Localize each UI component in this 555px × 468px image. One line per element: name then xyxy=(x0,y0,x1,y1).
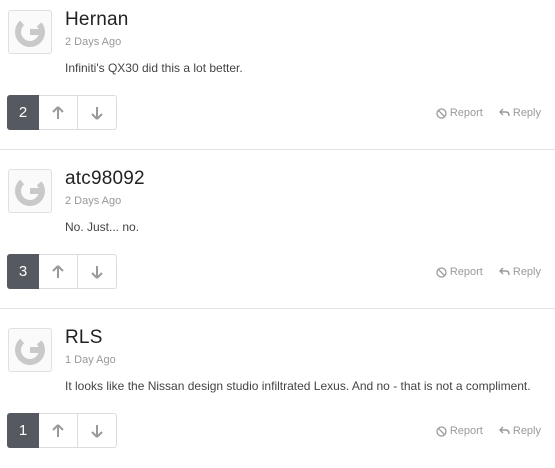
comment-timestamp: 2 Days Ago xyxy=(65,195,122,207)
report-button[interactable]: Report xyxy=(436,107,483,119)
comment-username[interactable]: Hernan xyxy=(65,9,129,31)
avatar[interactable] xyxy=(8,328,52,372)
report-label: Report xyxy=(449,107,483,119)
arrow-down-icon xyxy=(91,265,103,279)
comment-actions: Report Reply xyxy=(420,266,541,278)
reply-label: Reply xyxy=(512,425,541,437)
vote-count: 2 xyxy=(7,95,39,130)
comment-timestamp: 2 Days Ago xyxy=(65,36,122,48)
avatar[interactable] xyxy=(8,169,52,213)
voting-controls: 3 xyxy=(7,254,117,289)
arrow-down-icon xyxy=(91,424,103,438)
divider xyxy=(0,149,555,150)
comment-timestamp: 1 Day Ago xyxy=(65,354,116,366)
comment-actions: Report Reply xyxy=(420,107,541,119)
arrow-up-icon xyxy=(52,105,64,119)
avatar[interactable] xyxy=(8,10,52,54)
ban-icon xyxy=(436,266,447,278)
downvote-button[interactable] xyxy=(78,95,117,130)
reply-button[interactable]: Reply xyxy=(498,107,541,119)
voting-controls: 2 xyxy=(7,95,117,130)
arrow-up-icon xyxy=(52,423,64,437)
vote-count: 3 xyxy=(7,254,39,289)
comment: Hernan 2 Days Ago Infiniti's QX30 did th… xyxy=(0,0,555,150)
downvote-button[interactable] xyxy=(78,413,117,448)
arrow-up-icon xyxy=(52,264,64,278)
comment-body: No. Just... no. xyxy=(65,220,140,234)
comment-username[interactable]: RLS xyxy=(65,327,103,349)
comment: RLS 1 Day Ago It looks like the Nissan d… xyxy=(0,318,555,468)
reply-button[interactable]: Reply xyxy=(498,266,541,278)
comment-actions: Report Reply xyxy=(420,425,541,437)
ban-icon xyxy=(436,107,447,119)
default-avatar-icon xyxy=(15,17,45,47)
reply-arrow-icon xyxy=(498,426,510,435)
reply-button[interactable]: Reply xyxy=(498,425,541,437)
ban-icon xyxy=(436,425,447,437)
report-label: Report xyxy=(449,425,483,437)
default-avatar-icon xyxy=(15,176,45,206)
reply-label: Reply xyxy=(512,107,541,119)
comment: atc98092 2 Days Ago No. Just... no. 3 Re… xyxy=(0,159,555,309)
reply-arrow-icon xyxy=(498,108,510,117)
arrow-down-icon xyxy=(91,106,103,120)
upvote-button[interactable] xyxy=(39,413,78,448)
comment-body: It looks like the Nissan design studio i… xyxy=(65,379,531,393)
divider xyxy=(0,308,555,309)
report-button[interactable]: Report xyxy=(436,425,483,437)
vote-count: 1 xyxy=(7,413,39,448)
comment-username[interactable]: atc98092 xyxy=(65,168,145,190)
upvote-button[interactable] xyxy=(39,254,78,289)
upvote-button[interactable] xyxy=(39,95,78,130)
reply-label: Reply xyxy=(512,266,541,278)
reply-arrow-icon xyxy=(498,267,510,276)
report-label: Report xyxy=(449,266,483,278)
downvote-button[interactable] xyxy=(78,254,117,289)
voting-controls: 1 xyxy=(7,413,117,448)
default-avatar-icon xyxy=(15,335,45,365)
comment-body: Infiniti's QX30 did this a lot better. xyxy=(65,61,243,75)
report-button[interactable]: Report xyxy=(436,266,483,278)
